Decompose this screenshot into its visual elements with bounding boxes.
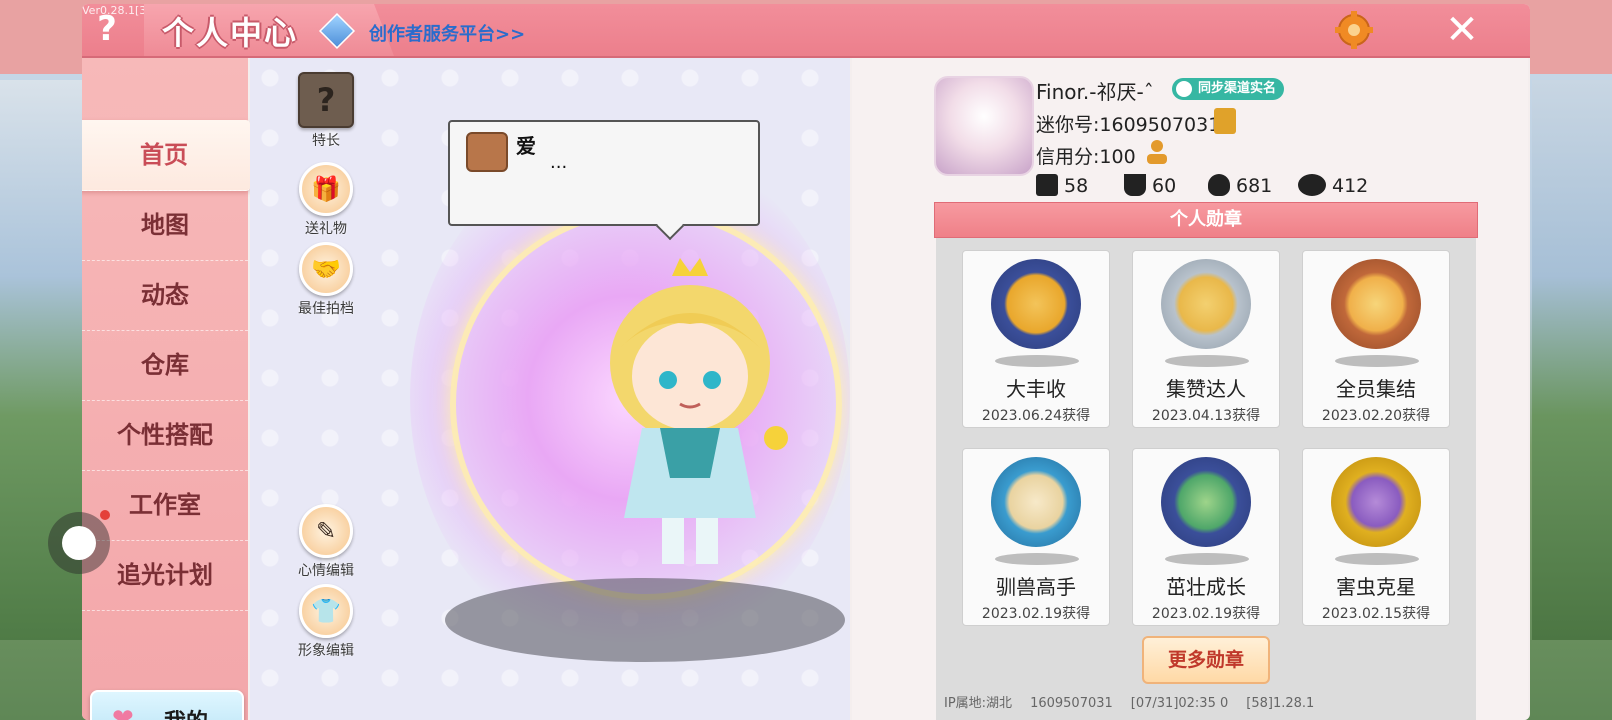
like-master-medal-icon <box>1161 259 1251 349</box>
growth-medal-icon <box>1161 457 1251 547</box>
notification-dot <box>100 510 110 520</box>
medal-date: 2023.02.19获得 <box>981 606 1091 622</box>
heart-icon: ❤ <box>112 704 134 720</box>
nickname: Finor.-祁厌-ˆ <box>1036 80 1154 104</box>
gift-icon: 🎁 <box>299 162 353 216</box>
medal-stand <box>995 355 1079 367</box>
trophy-icon <box>1124 174 1146 196</box>
medal-name: 驯兽高手 <box>996 575 1076 599</box>
pest-buster-medal-icon <box>1331 457 1421 547</box>
sidebar-item-feed[interactable]: 动态 <box>82 260 248 331</box>
tamer-medal-icon <box>991 457 1081 547</box>
stat-posts: 58 <box>1036 174 1088 197</box>
scene-right-view <box>1532 80 1612 640</box>
footer-uid: 1609507031 <box>1030 696 1113 711</box>
sidebar-item-warehouse[interactable]: 仓库 <box>82 330 248 401</box>
plus-badge-icon <box>1036 174 1058 196</box>
medal-card[interactable]: 茁壮成长 2023.02.19获得 <box>1132 448 1280 626</box>
appearance-edit-label: 形象编辑 <box>298 643 354 659</box>
mine-label: 我的 <box>164 704 208 720</box>
footer-info: IP属地:湖北 1609507031 [07/31]02:35 0 [58]1.28.… <box>944 692 1332 711</box>
handshake-icon: 🤝 <box>299 242 353 296</box>
page-title: 个人中心 <box>162 14 299 52</box>
medal-date: 2023.02.15获得 <box>1321 606 1431 622</box>
medal-card[interactable]: 驯兽高手 2023.02.19获得 <box>962 448 1110 626</box>
gear-icon[interactable] <box>1334 10 1374 50</box>
specialty-label: 特长 <box>312 133 340 149</box>
profile-avatar[interactable] <box>934 76 1034 176</box>
medal-name: 害虫克星 <box>1336 575 1416 599</box>
medal-card[interactable]: 全员集结 2023.02.20获得 <box>1302 250 1450 428</box>
medal-date: 2023.06.24获得 <box>981 408 1091 424</box>
realname-badge-label: 同步渠道实名 <box>1198 81 1277 96</box>
personal-center-panel: Ver0.28.1[3.3.2.4][0] FPS: 29.5 ? 个人中心 创… <box>82 4 1530 720</box>
character-stage: ? 特长 🎁 送礼物 🤝 最佳拍档 ✎ 心情编辑 👕 形象编辑 爱 ... <box>250 58 850 720</box>
person-icon <box>1176 81 1192 97</box>
copy-icon[interactable] <box>1214 108 1236 134</box>
top-bar: Ver0.28.1[3.3.2.4][0] FPS: 29.5 ? 个人中心 创… <box>82 4 1530 58</box>
assemble-medal-icon <box>1331 259 1421 349</box>
medal-stand <box>1165 553 1249 565</box>
hearts-icon <box>1298 174 1326 196</box>
send-gift-button[interactable]: 🎁 送礼物 <box>286 162 366 238</box>
profile-info-area: Finor.-祁厌-ˆ 同步渠道实名 迷你号:1609507031 信用分:10… <box>852 58 1528 720</box>
medal-name: 集赞达人 <box>1166 377 1246 401</box>
speech-bubble: 爱 ... <box>448 120 760 226</box>
medal-stand <box>1335 355 1419 367</box>
medal-name: 全员集结 <box>1336 377 1416 401</box>
medal-card[interactable]: 大丰收 2023.06.24获得 <box>962 250 1110 428</box>
sidebar: 首页 地图 动态 仓库 个性搭配 工作室 追光计划 ❤ 我的 <box>82 58 250 720</box>
medal-stand <box>1165 355 1249 367</box>
mood-edit-label: 心情编辑 <box>298 563 354 579</box>
specialty-button[interactable]: ? 特长 <box>286 72 366 150</box>
footer-time: [07/31]02:35 0 <box>1130 696 1229 711</box>
joystick-knob[interactable] <box>62 526 96 560</box>
best-partner-label: 最佳拍档 <box>298 301 354 317</box>
credit-person-icon[interactable] <box>1144 138 1170 166</box>
help-button[interactable]: ? <box>88 10 126 48</box>
footer-version: [58]1.28.1 <box>1246 696 1315 711</box>
medal-date: 2023.02.20获得 <box>1321 408 1431 424</box>
creator-platform-link[interactable]: 创作者服务平台>> <box>369 20 525 46</box>
medal-stand <box>995 553 1079 565</box>
stat-popularity: 681 <box>1208 174 1272 197</box>
realname-badge[interactable]: 同步渠道实名 <box>1172 78 1285 100</box>
sidebar-item-outfit[interactable]: 个性搭配 <box>82 400 248 471</box>
ip-location: IP属地:湖北 <box>944 696 1013 711</box>
medal-date: 2023.04.13获得 <box>1151 408 1261 424</box>
floating-joystick[interactable] <box>48 510 110 574</box>
stat-likes: 412 <box>1298 174 1368 197</box>
bubble-avatar-icon <box>466 132 508 172</box>
sidebar-item-home[interactable]: 首页 <box>82 120 250 191</box>
mini-id: 迷你号:1609507031 <box>1036 114 1221 136</box>
character-avatar[interactable] <box>580 258 800 578</box>
outfit-icon: 👕 <box>299 584 353 638</box>
close-icon[interactable]: ✕ <box>1442 10 1482 50</box>
character-shadow <box>445 578 845 662</box>
medal-name: 茁壮成长 <box>1166 575 1246 599</box>
medal-name: 大丰收 <box>1006 377 1066 401</box>
mine-button[interactable]: ❤ 我的 <box>90 690 244 720</box>
more-medals-button[interactable]: 更多勋章 <box>1142 636 1270 684</box>
medal-card[interactable]: 集赞达人 2023.04.13获得 <box>1132 250 1280 428</box>
harvest-medal-icon <box>991 259 1081 349</box>
mood-edit-button[interactable]: ✎ 心情编辑 <box>286 504 366 580</box>
medal-stand <box>1335 553 1419 565</box>
medal-card[interactable]: 害虫克星 2023.02.15获得 <box>1302 448 1450 626</box>
edit-icon: ✎ <box>299 504 353 558</box>
medal-section-header: 个人勋章 <box>934 202 1478 238</box>
best-partner-button[interactable]: 🤝 最佳拍档 <box>286 242 366 318</box>
credit-score: 信用分:100 <box>1036 146 1136 168</box>
medal-date: 2023.02.19获得 <box>1151 606 1261 622</box>
bubble-name: 爱 <box>516 134 536 158</box>
send-gift-label: 送礼物 <box>305 221 347 237</box>
mystery-box-icon: ? <box>298 72 354 128</box>
fire-icon <box>1208 174 1230 196</box>
stat-fans: 60 <box>1124 174 1176 197</box>
appearance-edit-button[interactable]: 👕 形象编辑 <box>286 584 366 660</box>
sidebar-item-map[interactable]: 地图 <box>82 190 248 261</box>
bubble-message: ... <box>550 152 568 173</box>
